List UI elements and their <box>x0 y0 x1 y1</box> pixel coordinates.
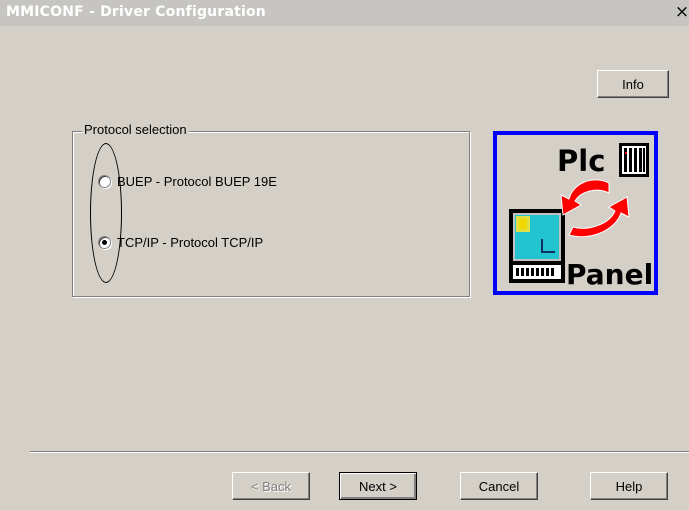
plc-panel-logo: Plc Panel <box>493 131 658 295</box>
protocol-selection-group <box>72 131 470 297</box>
cancel-button[interactable]: Cancel <box>460 472 538 500</box>
help-button-label: Help <box>615 479 643 494</box>
cancel-button-label: Cancel <box>478 479 520 494</box>
info-button[interactable]: Info <box>597 70 669 98</box>
footer-separator <box>30 451 689 453</box>
plc-rack-icon <box>619 143 649 177</box>
help-button[interactable]: Help <box>590 472 668 500</box>
radio-option-buep[interactable]: BUEP - Protocol BUEP 19E <box>98 171 277 191</box>
next-button[interactable]: Next > <box>339 472 417 500</box>
logo-panel-text: Panel <box>566 258 653 291</box>
radio-buep-label: BUEP - Protocol BUEP 19E <box>117 173 277 189</box>
window-title: MMICONF - Driver Configuration <box>6 4 266 20</box>
title-bar[interactable]: MMICONF - Driver Configuration × <box>0 0 689 26</box>
dialog-window: MMICONF - Driver Configuration × Info Pr… <box>0 0 689 510</box>
radio-tcpip[interactable] <box>98 235 111 249</box>
panel-monitor-icon <box>509 209 565 283</box>
next-button-label: Next > <box>359 479 397 494</box>
back-button-label: < Back <box>250 479 292 494</box>
info-button-label: Info <box>622 77 644 92</box>
radio-buep[interactable] <box>98 174 111 188</box>
protocol-selection-label: Protocol selection <box>82 122 189 137</box>
close-button[interactable]: × <box>674 1 689 23</box>
exchange-arrows-icon <box>560 179 630 238</box>
logo-plc-text: Plc <box>557 144 605 178</box>
radio-tcpip-label: TCP/IP - Protocol TCP/IP <box>117 234 264 250</box>
plc-panel-graphic: Plc Panel <box>509 143 653 291</box>
back-button[interactable]: < Back <box>232 472 310 500</box>
radio-option-tcpip[interactable]: TCP/IP - Protocol TCP/IP <box>98 232 263 252</box>
